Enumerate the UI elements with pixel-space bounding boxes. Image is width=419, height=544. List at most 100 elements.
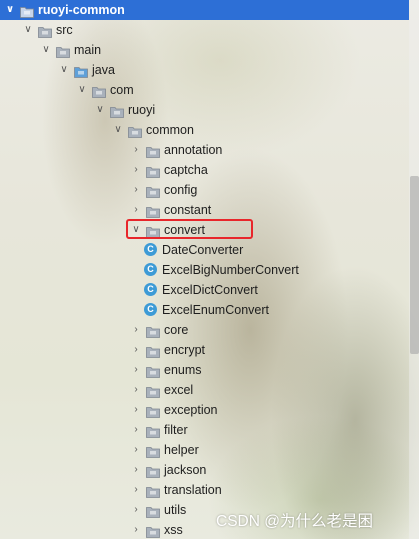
- package-icon: [146, 144, 160, 158]
- class-icon: C: [144, 243, 157, 256]
- chevron-down-icon[interactable]: ∨: [40, 40, 52, 60]
- tree-row-label: core: [164, 323, 189, 337]
- chevron-down-icon[interactable]: ∨: [58, 60, 70, 80]
- chevron-right-icon[interactable]: ›: [130, 160, 142, 180]
- class-icon: C: [144, 283, 157, 296]
- tree-row-excelenumconvert[interactable]: C ExcelEnumConvert: [0, 300, 409, 320]
- package-icon: [146, 204, 160, 218]
- tree-row-label: filter: [164, 423, 188, 437]
- folder-icon: [56, 44, 70, 58]
- tree-row-enums[interactable]: › enums: [0, 360, 409, 380]
- tree-row-label: ExcelBigNumberConvert: [162, 263, 299, 277]
- chevron-right-icon[interactable]: ›: [130, 440, 142, 460]
- package-icon: [146, 344, 160, 358]
- tree-row-jackson[interactable]: › jackson: [0, 460, 409, 480]
- tree-row-label: constant: [164, 203, 212, 217]
- tree-row-label: utils: [164, 503, 187, 517]
- chevron-down-icon[interactable]: ∨: [76, 80, 88, 100]
- chevron-right-icon[interactable]: ›: [130, 140, 142, 160]
- package-icon: [146, 424, 160, 438]
- tree-row-java[interactable]: ∨ java: [0, 60, 409, 80]
- tree-row-ruoyi[interactable]: ∨ ruoyi: [0, 100, 409, 120]
- tree-row-annotation[interactable]: › annotation: [0, 140, 409, 160]
- tree-row-excel[interactable]: › excel: [0, 380, 409, 400]
- package-icon: [146, 464, 160, 478]
- chevron-right-icon[interactable]: ›: [130, 360, 142, 380]
- tree-row-config[interactable]: › config: [0, 180, 409, 200]
- tree-row-label: annotation: [164, 143, 223, 157]
- tree-row-captcha[interactable]: › captcha: [0, 160, 409, 180]
- tree-row-constant[interactable]: › constant: [0, 200, 409, 220]
- tree-row-filter[interactable]: › filter: [0, 420, 409, 440]
- tree-row-label: encrypt: [164, 343, 205, 357]
- tree-row-core[interactable]: › core: [0, 320, 409, 340]
- tree-row-label: ruoyi: [128, 103, 156, 117]
- class-icon: C: [144, 303, 157, 316]
- tree-row-label: excel: [164, 383, 194, 397]
- chevron-right-icon[interactable]: ›: [130, 520, 142, 540]
- chevron-right-icon[interactable]: ›: [130, 320, 142, 340]
- folder-icon: [20, 4, 34, 18]
- package-icon: [146, 364, 160, 378]
- tree-row-label: jackson: [164, 463, 207, 477]
- tree-row-com[interactable]: ∨ com: [0, 80, 409, 100]
- chevron-down-icon[interactable]: ∨: [112, 120, 124, 140]
- tree-row-label: java: [92, 63, 115, 77]
- tree-row-label: main: [74, 43, 102, 57]
- chevron-right-icon[interactable]: ›: [130, 380, 142, 400]
- package-icon: [146, 384, 160, 398]
- tree-row-exception[interactable]: › exception: [0, 400, 409, 420]
- package-icon: [146, 504, 160, 518]
- package-icon: [146, 484, 160, 498]
- tree-row-encrypt[interactable]: › encrypt: [0, 340, 409, 360]
- tree-row-label: xss: [164, 523, 183, 537]
- chevron-down-icon[interactable]: ∨: [22, 20, 34, 40]
- tree-row-label: common: [146, 123, 194, 137]
- package-icon: [146, 404, 160, 418]
- project-tree[interactable]: ∨ ruoyi-common ∨ src ∨ main ∨ java ∨ com ∨ ruoyi ∨ co…: [0, 0, 409, 540]
- package-icon: [128, 124, 142, 138]
- chevron-right-icon[interactable]: ›: [130, 460, 142, 480]
- package-icon: [146, 324, 160, 338]
- tree-row-label: config: [164, 183, 198, 197]
- scrollbar-thumb[interactable]: [410, 176, 419, 354]
- tree-row-label: captcha: [164, 163, 208, 177]
- tree-row-label: ruoyi-common: [38, 3, 125, 17]
- package-icon: [110, 104, 124, 118]
- package-icon: [146, 164, 160, 178]
- vertical-scrollbar[interactable]: [409, 0, 419, 539]
- chevron-right-icon[interactable]: ›: [130, 180, 142, 200]
- chevron-right-icon[interactable]: ›: [130, 340, 142, 360]
- tree-row-main[interactable]: ∨ main: [0, 40, 409, 60]
- package-icon: [146, 184, 160, 198]
- chevron-right-icon[interactable]: ›: [130, 500, 142, 520]
- watermark: CSDN @为什么老是困: [216, 513, 373, 530]
- tree-row-src[interactable]: ∨ src: [0, 20, 409, 40]
- tree-row-helper[interactable]: › helper: [0, 440, 409, 460]
- folder-icon: [74, 64, 88, 78]
- tree-row-exceldictconvert[interactable]: C ExcelDictConvert: [0, 280, 409, 300]
- folder-icon: [38, 24, 52, 38]
- tree-row-label: DateConverter: [162, 243, 244, 257]
- tree-row-label: ExcelDictConvert: [162, 283, 258, 297]
- chevron-right-icon[interactable]: ›: [130, 480, 142, 500]
- tree-row-label: src: [56, 23, 73, 37]
- tree-row-label: com: [110, 83, 134, 97]
- chevron-right-icon[interactable]: ›: [130, 420, 142, 440]
- chevron-down-icon[interactable]: ∨: [94, 100, 106, 120]
- tree-row-label: enums: [164, 363, 202, 377]
- tree-row-common[interactable]: ∨ common: [0, 120, 409, 140]
- package-icon: [146, 444, 160, 458]
- package-icon: [92, 84, 106, 98]
- chevron-down-icon[interactable]: ∨: [4, 0, 16, 20]
- highlight-box: [126, 219, 253, 239]
- chevron-right-icon[interactable]: ›: [130, 400, 142, 420]
- tree-row-excelbignumberconvert[interactable]: C ExcelBigNumberConvert: [0, 260, 409, 280]
- chevron-right-icon[interactable]: ›: [130, 200, 142, 220]
- package-icon: [146, 524, 160, 538]
- tree-row-ruoyi-common[interactable]: ∨ ruoyi-common: [0, 0, 409, 20]
- tree-row-translation[interactable]: › translation: [0, 480, 409, 500]
- tree-row-label: ExcelEnumConvert: [162, 303, 269, 317]
- tree-row-label: helper: [164, 443, 199, 457]
- tree-row-dateconverter[interactable]: C DateConverter: [0, 240, 409, 260]
